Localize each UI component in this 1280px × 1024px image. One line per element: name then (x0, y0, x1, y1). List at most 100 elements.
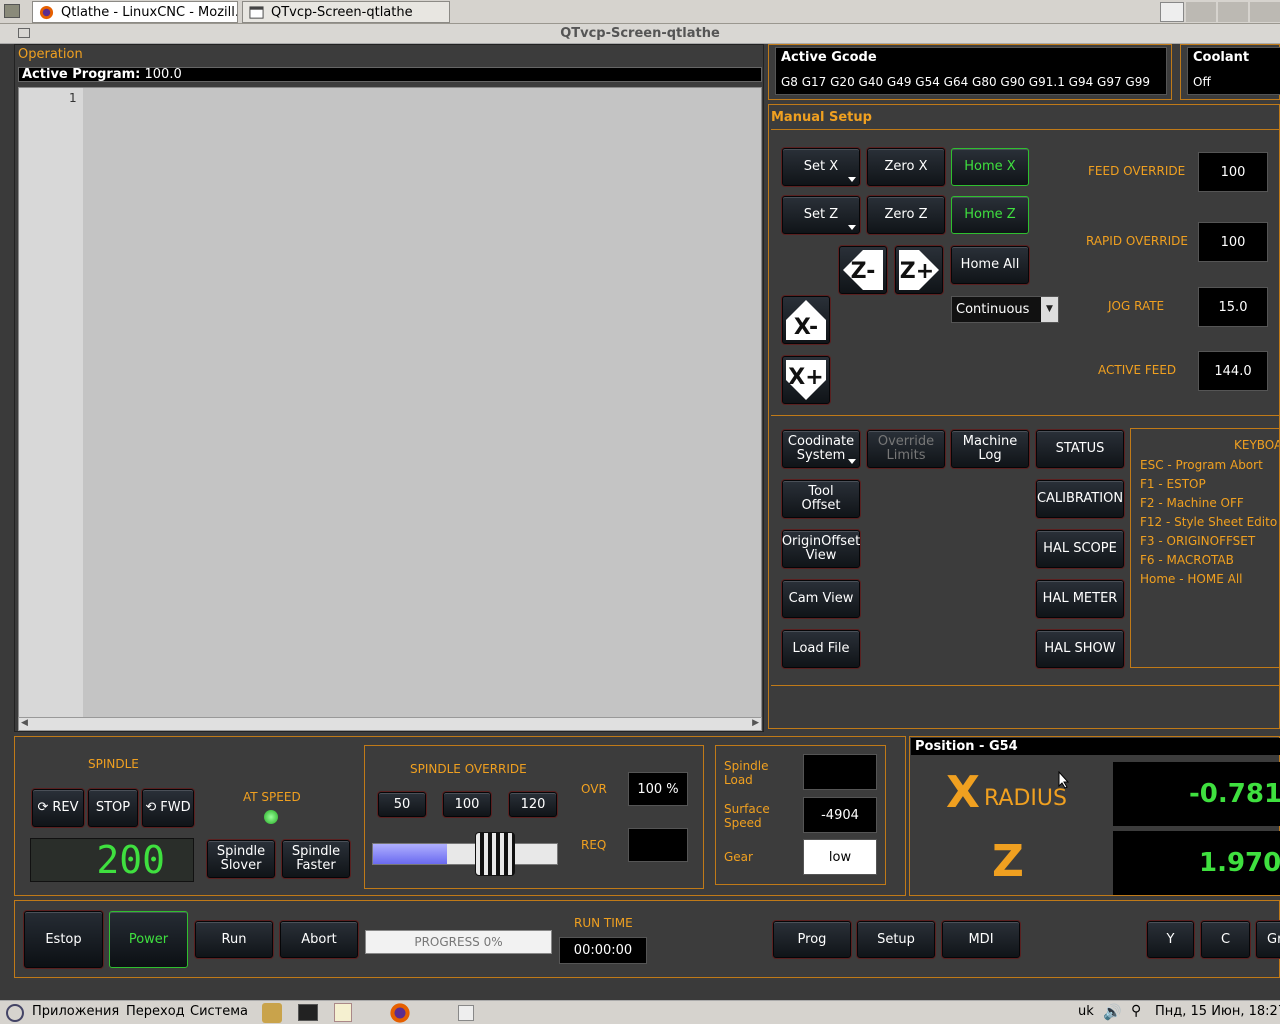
machine-log-button[interactable]: Machine Log (951, 430, 1029, 468)
linuxcnc-launcher-icon[interactable] (262, 1003, 282, 1023)
zero-z-button[interactable]: Zero Z (867, 196, 945, 234)
shortcut-line: ESC - Program Abort (1140, 458, 1263, 472)
origin-offset-label-1: OriginOffset (781, 534, 861, 549)
hal-meter-button[interactable]: HAL METER (1036, 580, 1124, 618)
active-program-value: 100.0 (144, 67, 182, 82)
dropdown-arrow-icon (848, 177, 856, 182)
estop-button[interactable]: Estop (24, 911, 103, 968)
set-x-button[interactable]: Set X (782, 148, 860, 186)
runtime-value: 00:00:00 (559, 937, 647, 964)
set-z-label: Set Z (803, 207, 839, 222)
text-editor-launcher-icon[interactable] (334, 1003, 352, 1022)
jog-mode-select[interactable]: Continuous ▼ (951, 296, 1059, 323)
scroll-right-icon[interactable]: ▶ (752, 718, 759, 728)
x-position-value: -0.7810 (1113, 762, 1280, 826)
spindle-slower-button[interactable]: Spindle Slover (207, 840, 275, 878)
home-z-button[interactable]: Home Z (951, 196, 1029, 234)
line-number: 1 (69, 91, 77, 105)
active-program-label: Active Program: (22, 67, 141, 82)
dropdown-arrow-icon (848, 225, 856, 230)
runtime-label: RUN TIME (574, 916, 633, 930)
rapid-override-value: 100 (1198, 222, 1268, 262)
workspace-2[interactable] (1218, 2, 1248, 22)
firefox-launcher-icon[interactable] (389, 1002, 411, 1024)
status-button[interactable]: STATUS (1036, 430, 1124, 468)
window-icon (249, 6, 264, 19)
abort-button[interactable]: Abort (280, 921, 358, 958)
chevron-down-icon[interactable]: ▼ (1041, 297, 1058, 322)
jog-x-minus-button[interactable]: X- (782, 296, 830, 344)
network-icon[interactable]: ⚲ (1131, 1003, 1141, 1019)
ovr-value: 100 % (628, 772, 688, 806)
at-speed-label: AT SPEED (243, 790, 301, 804)
shortcut-line: F12 - Style Sheet Edito (1140, 515, 1278, 529)
spindle-override-slider[interactable] (372, 832, 558, 876)
prog-tab-button[interactable]: Prog (773, 921, 851, 958)
override-preset-100[interactable]: 100 (443, 792, 491, 817)
home-all-button[interactable]: Home All (951, 246, 1029, 284)
gr-button[interactable]: Gr (1256, 921, 1280, 958)
jog-rate-label: JOG RATE (1108, 299, 1165, 313)
workspace-3[interactable] (1250, 2, 1280, 22)
operation-panel: Operation Active Program: 100.0 1 ◀ ▶ (14, 44, 764, 732)
hal-show-button[interactable]: HAL SHOW (1036, 630, 1124, 668)
set-z-button[interactable]: Set Z (782, 196, 860, 234)
places-menu[interactable]: Переход (126, 1004, 185, 1019)
origin-offset-label-2: View (805, 548, 837, 563)
spindle-fwd-button[interactable]: ⟲ FWD (142, 789, 194, 827)
trash-icon[interactable] (458, 1005, 474, 1021)
terminal-launcher-icon[interactable] (298, 1004, 318, 1021)
calibration-button[interactable]: CALIBRATION (1036, 480, 1124, 518)
override-preset-120[interactable]: 120 (509, 792, 557, 817)
override-preset-50[interactable]: 50 (378, 792, 426, 817)
y-button[interactable]: Y (1147, 921, 1194, 958)
show-desktop-icon[interactable] (1160, 2, 1184, 22)
keyboard-layout-indicator[interactable]: uk (1078, 1004, 1094, 1019)
hal-scope-button[interactable]: HAL SCOPE (1036, 530, 1124, 568)
jog-z-plus-button[interactable]: Z+ (895, 246, 943, 294)
override-label-1: Override (877, 434, 935, 449)
load-file-button[interactable]: Load File (782, 630, 860, 668)
gear-label: Gear (724, 850, 753, 864)
window-menu-icon[interactable] (4, 4, 20, 18)
jog-z-minus-button[interactable]: Z- (839, 246, 887, 294)
x-minus-icon: X- (786, 300, 826, 340)
coordinate-system-button[interactable]: Coodinate System (782, 430, 860, 468)
feed-override-label: FEED OVERRIDE (1088, 164, 1186, 178)
tool-offset-button[interactable]: Tool Offset (782, 480, 860, 518)
zero-x-button[interactable]: Zero X (867, 148, 945, 186)
tool-offset-label-2: Offset (801, 498, 841, 513)
system-menu[interactable]: Система (190, 1004, 248, 1019)
x-mode-label: RADIUS (984, 786, 1067, 811)
spindle-rev-button[interactable]: ⟳ REV (32, 789, 84, 827)
workspace-1[interactable] (1186, 2, 1216, 22)
cam-view-button[interactable]: Cam View (782, 580, 860, 618)
jog-x-plus-button[interactable]: X+ (782, 356, 830, 404)
home-x-button[interactable]: Home X (951, 148, 1029, 186)
scroll-left-icon[interactable]: ◀ (21, 718, 28, 728)
spindle-stop-button[interactable]: STOP (88, 789, 138, 827)
slider-handle[interactable] (475, 832, 515, 876)
rapid-override-label: RAPID OVERRIDE (1086, 234, 1188, 248)
tab-firefox[interactable]: Qtlathe - LinuxCNC - Mozill... (32, 1, 238, 23)
applications-menu[interactable]: Приложения (32, 1004, 119, 1019)
gcode-editor[interactable]: 1 (18, 87, 762, 719)
svg-text:X-: X- (794, 315, 818, 340)
mdi-tab-button[interactable]: MDI (942, 921, 1020, 958)
window-menu-button[interactable] (18, 28, 30, 38)
active-gcode-value: G8 G17 G20 G40 G49 G54 G64 G80 G90 G91.1… (781, 75, 1150, 89)
setup-tab-button[interactable]: Setup (857, 921, 935, 958)
run-button[interactable]: Run (195, 921, 273, 958)
coordinate-label-2: System (796, 448, 846, 463)
power-button[interactable]: Power (109, 911, 188, 968)
origin-offset-button[interactable]: OriginOffset View (782, 530, 860, 568)
shortcut-line: F6 - MACROTAB (1140, 553, 1234, 567)
horizontal-scrollbar[interactable]: ◀ ▶ (18, 717, 762, 731)
clock[interactable]: Пнд, 15 Июн, 18:27 (1155, 1004, 1280, 1019)
spindle-faster-button[interactable]: Spindle Faster (282, 840, 350, 878)
volume-icon[interactable]: 🔊 (1103, 1003, 1122, 1021)
spindle-override-title: SPINDLE OVERRIDE (410, 762, 527, 776)
c-button[interactable]: C (1201, 921, 1250, 958)
override-limits-button[interactable]: Override Limits (867, 430, 945, 468)
tab-qtvcp[interactable]: QTvcp-Screen-qtlathe (242, 1, 450, 23)
